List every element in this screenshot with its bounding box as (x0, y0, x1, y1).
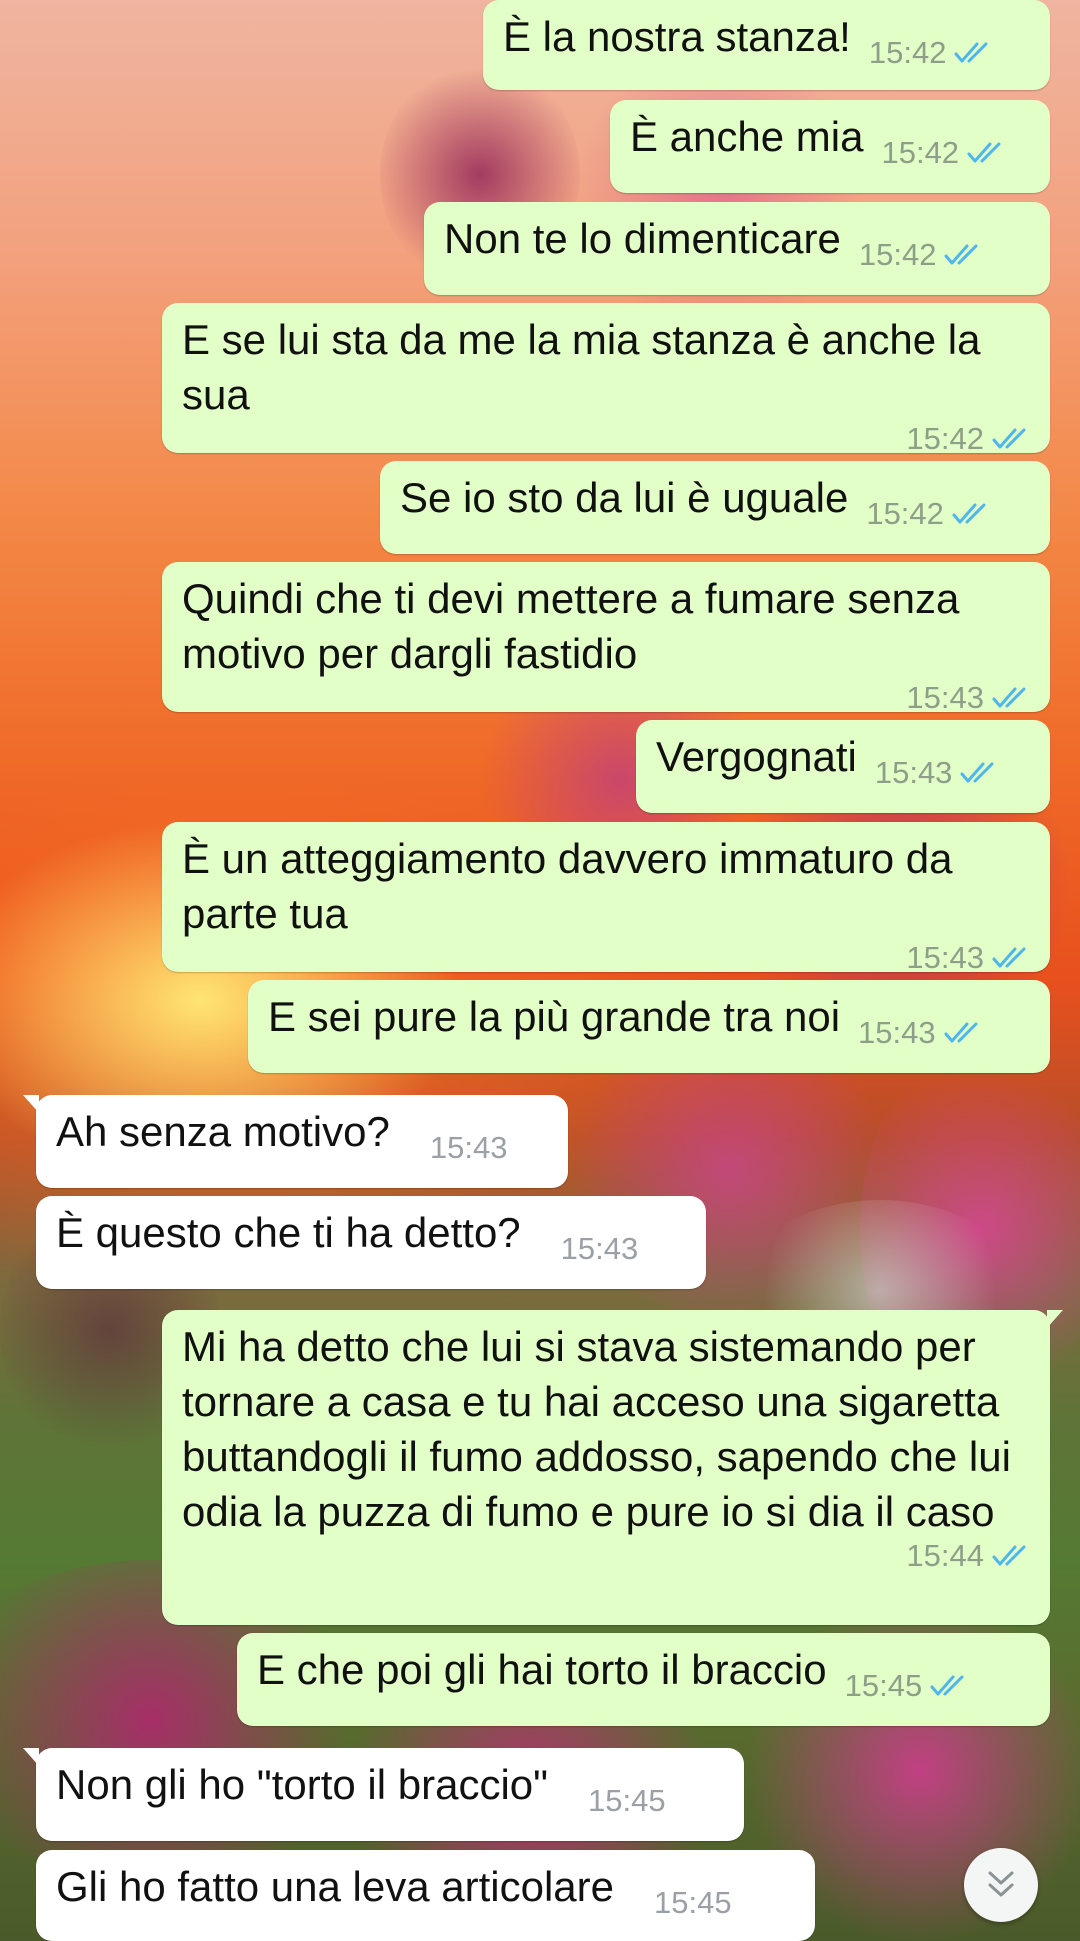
message-timestamp: 15:43 (858, 1015, 936, 1050)
message-timestamp: 15:43 (429, 1130, 508, 1165)
message-meta: 15:43 (182, 679, 1030, 717)
message-timestamp: 15:43 (906, 680, 984, 715)
outgoing-message-bubble[interactable]: Non te lo dimenticare 15:42 (424, 202, 1050, 295)
message-text: Se io sto da lui è uguale (400, 474, 849, 521)
message-timestamp: 15:43 (906, 940, 984, 975)
double-check-icon (992, 1545, 1026, 1566)
message-timestamp: 15:42 (906, 421, 984, 456)
message-text: E sei pure la più grande tra noi (268, 993, 841, 1040)
incoming-message-bubble[interactable]: Gli ho fatto una leva articolare 15:45 (36, 1850, 815, 1941)
double-check-icon (952, 503, 986, 524)
message-text: Vergognati (656, 733, 857, 780)
double-check-icon (954, 42, 988, 63)
scroll-to-bottom-button[interactable] (964, 1848, 1038, 1922)
outgoing-message-bubble[interactable]: Mi ha detto che lui si stava sistemando … (162, 1310, 1063, 1625)
message-meta: 15:43 (561, 1230, 639, 1268)
message-meta: 15:45 (845, 1667, 969, 1705)
outgoing-message-bubble[interactable]: È un atteggiamento davvero immaturo da p… (162, 822, 1050, 975)
outgoing-message-bubble[interactable]: È anche mia 15:42 (610, 100, 1050, 193)
bubble-tail (1047, 1310, 1063, 1328)
message-meta: 15:45 (588, 1782, 666, 1820)
message-meta: 15:42 (859, 236, 983, 274)
message-text: È anche mia (630, 113, 864, 160)
message-meta: 15:44 (182, 1537, 1030, 1575)
outgoing-message-bubble[interactable]: Quindi che ti devi mettere a fumare senz… (162, 562, 1050, 715)
message-timestamp: 15:42 (881, 135, 960, 170)
message-timestamp: 15:43 (874, 755, 953, 790)
message-meta: 15:43 (875, 754, 999, 792)
message-meta: 15:45 (654, 1884, 732, 1922)
message-timestamp: 15:45 (653, 1885, 732, 1920)
message-timestamp: 15:45 (844, 1668, 923, 1703)
outgoing-message-bubble[interactable]: E sei pure la più grande tra noi 15:43 (248, 980, 1050, 1073)
message-text: È un atteggiamento davvero immaturo da p… (182, 835, 965, 937)
message-text: Ah senza motivo? (56, 1108, 390, 1155)
message-text: E se lui sta da me la mia stanza è anche… (182, 316, 993, 418)
message-meta: 15:42 (869, 34, 993, 72)
message-meta: 15:42 (866, 495, 990, 533)
double-check-icon (967, 142, 1001, 163)
incoming-message-bubble[interactable]: Non gli ho "torto il braccio" 15:45 (23, 1748, 744, 1841)
incoming-message-bubble[interactable]: È questo che ti ha detto? 15:43 (36, 1196, 706, 1289)
message-timestamp: 15:42 (866, 496, 944, 531)
double-check-icon (992, 428, 1026, 449)
message-text: Gli ho fatto una leva articolare (56, 1863, 614, 1910)
message-meta: 15:43 (182, 939, 1030, 977)
message-list[interactable]: È la nostra stanza! 15:42 È anche mia 15:42… (0, 0, 1080, 1941)
outgoing-message-bubble[interactable]: Se io sto da lui è uguale 15:42 (380, 461, 1050, 554)
message-timestamp: 15:43 (560, 1231, 639, 1266)
double-check-icon (992, 947, 1026, 968)
message-text: Non gli ho "torto il braccio" (56, 1761, 549, 1808)
bubble-tail (23, 1748, 39, 1766)
bubble-tail (23, 1095, 39, 1113)
message-meta: 15:43 (858, 1014, 982, 1052)
message-text: Quindi che ti devi mettere a fumare senz… (182, 575, 972, 677)
double-check-icon (960, 762, 994, 783)
message-text: È la nostra stanza! (503, 13, 851, 60)
double-check-icon (992, 687, 1026, 708)
outgoing-message-bubble[interactable]: E che poi gli hai torto il braccio 15:45 (237, 1633, 1050, 1726)
double-check-icon (944, 1022, 978, 1043)
outgoing-message-bubble[interactable]: Vergognati 15:43 (636, 720, 1050, 813)
double-chevron-down-icon (988, 1871, 1014, 1897)
message-meta: 15:42 (881, 134, 1005, 172)
message-text: Mi ha detto che lui si stava sistemando … (182, 1323, 1023, 1535)
message-text: E che poi gli hai torto il braccio (257, 1646, 827, 1693)
message-timestamp: 15:42 (858, 237, 937, 272)
outgoing-message-bubble[interactable]: È la nostra stanza! 15:42 (483, 0, 1050, 90)
message-timestamp: 15:45 (588, 1783, 666, 1818)
incoming-message-bubble[interactable]: Ah senza motivo? 15:43 (23, 1095, 568, 1188)
double-check-icon (930, 1675, 964, 1696)
message-timestamp: 15:44 (906, 1538, 984, 1573)
outgoing-message-bubble[interactable]: E se lui sta da me la mia stanza è anche… (162, 303, 1050, 456)
message-timestamp: 15:42 (868, 35, 947, 70)
message-meta: 15:42 (182, 420, 1030, 458)
double-check-icon (944, 244, 978, 265)
message-text: Non te lo dimenticare (444, 215, 841, 262)
message-meta: 15:43 (430, 1129, 508, 1167)
message-text: È questo che ti ha detto? (56, 1209, 521, 1256)
